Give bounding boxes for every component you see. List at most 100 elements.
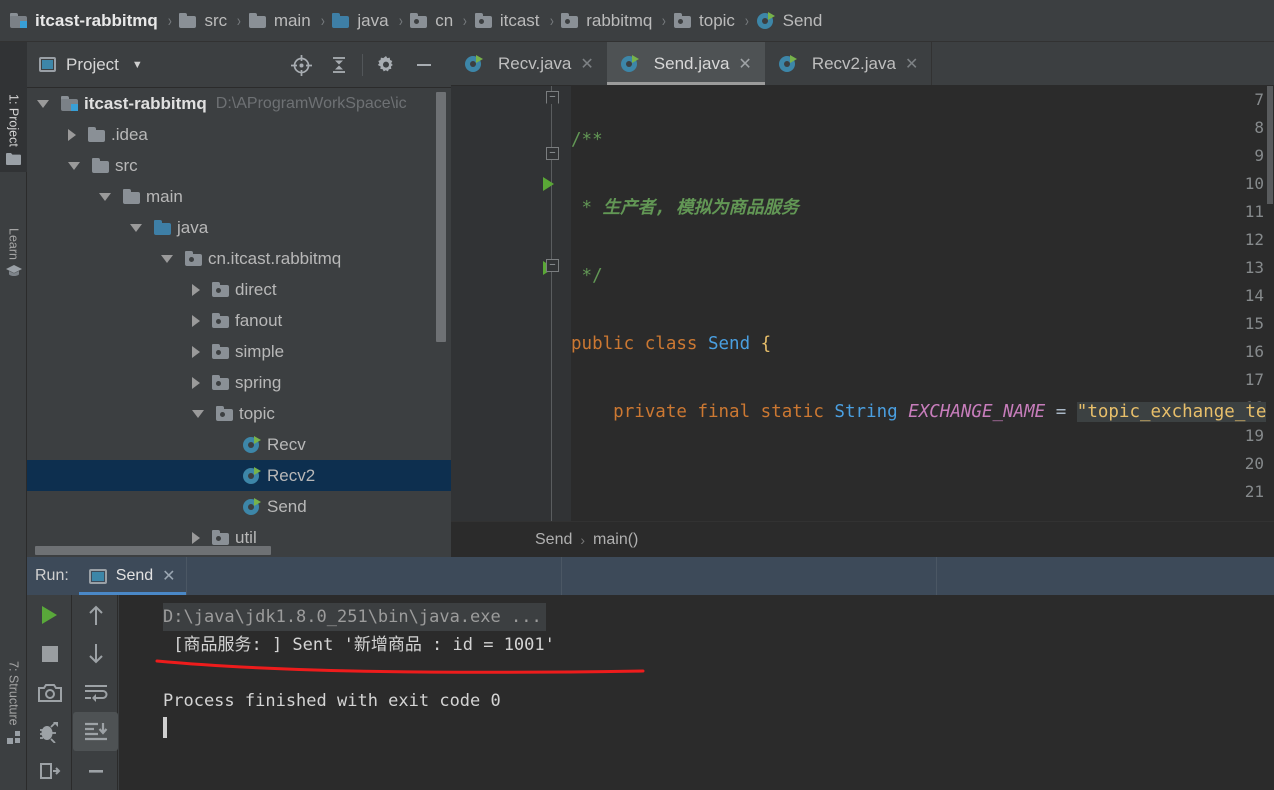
breadcrumb-item-rabbitmq[interactable]: rabbitmq [561,0,654,41]
breadcrumb-item-label: cn [435,10,454,30]
breadcrumb-item-itcast[interactable]: itcast [474,0,542,41]
tree-item--idea[interactable]: .idea [27,119,451,150]
breadcrumb-item-src[interactable]: src [179,0,229,41]
sidebar-item-structure[interactable]: 7: Structure [0,602,27,752]
run-header-segment-1 [185,557,561,595]
breadcrumb-separator: › [320,10,325,30]
close-icon[interactable]: ✕ [738,54,751,74]
editor-vertical-scrollbar[interactable] [1267,86,1273,204]
sidebar-item-structure-label: 7: Structure [6,661,21,726]
run-tab-send[interactable]: Send ✕ [78,557,186,595]
tree-item-label: direct [235,279,277,299]
breadcrumb-item-send[interactable]: Send [756,0,825,41]
breadcrumb-item-topic[interactable]: topic [674,0,737,41]
tree-item-direct[interactable]: direct [27,274,451,305]
breadcrumb-item-label: itcast [499,10,540,30]
toolbar-divider [362,54,363,76]
chevron-down-icon[interactable]: ▼ [132,59,143,71]
sidebar-item-project[interactable]: 1: Project [0,42,27,172]
editor-tab-recv-java[interactable]: Recv.java ✕ [451,42,607,85]
editor-tab-label: Recv.java [498,53,572,73]
tree-item-label: java [177,217,209,237]
sidebar-item-learn[interactable]: Learn [0,174,27,284]
tree-item-cn-itcast-rabbitmq[interactable]: cn.itcast.rabbitmq [27,243,451,274]
tree-item-spring[interactable]: spring [27,367,451,398]
bug-icon[interactable] [27,712,72,751]
tree-item-send[interactable]: Send [27,491,451,522]
tree-item-label: simple [235,341,285,361]
editor-area: Recv.java ✕ Send.java ✕ Recv2.java ✕ 7 8 9 10 11 1… [451,42,1274,557]
fold-region-end-icon[interactable]: − [546,147,559,160]
run-class-gutter-icon[interactable] [543,177,554,191]
breadcrumb-item-cn[interactable]: cn [410,0,455,41]
breadcrumb-separator: › [549,10,554,30]
console-line: [商品服务: ] Sent '新增商品 : id = 1001' [163,635,555,655]
chevron-right-icon[interactable] [192,376,200,389]
tree-item-java[interactable]: java [27,212,451,243]
tree-item-recv[interactable]: Recv [27,429,451,460]
chevron-down-icon[interactable] [99,192,111,201]
editor-tab-send-java[interactable]: Send.java ✕ [606,42,765,85]
tree-item-main[interactable]: main [27,181,451,212]
settings-gear-icon[interactable] [367,42,405,88]
collapse-all-icon[interactable] [320,42,358,88]
breadcrumb-method[interactable]: main() [593,531,638,549]
soft-wrap-icon[interactable] [73,673,118,712]
chevron-down-icon[interactable] [37,99,49,108]
breadcrumb-item-label: Send [782,10,823,30]
stop-button[interactable] [27,634,72,673]
editor-tab-recv2-java[interactable]: Recv2.java ✕ [765,42,932,85]
camera-icon[interactable] [27,673,72,712]
chevron-down-icon[interactable] [68,161,80,170]
project-tree-horizontal-scrollbar[interactable] [35,546,271,555]
chevron-right-icon[interactable] [192,345,200,358]
scroll-to-end-icon[interactable] [73,712,118,751]
breadcrumb-item-main[interactable]: main [248,0,313,41]
tree-item-label: cn.itcast.rabbitmq [208,248,342,268]
chevron-right-icon[interactable] [192,283,200,296]
breadcrumb-item-label: topic [699,10,735,30]
scroll-down-icon[interactable] [73,634,118,673]
tree-item-src[interactable]: src [27,150,451,181]
left-tool-strip: 1: Project Learn 7: Structure tes [0,42,27,790]
breadcrumb-item-itcast-rabbitmq[interactable]: itcast-rabbitmq [10,0,160,41]
module-folder-icon [61,96,78,111]
sidebar-item-favorites[interactable]: tes [0,758,27,790]
console-output[interactable]: D:\java\jdk1.8.0_251\bin\java.exe ... [商… [119,595,1274,790]
code-editor[interactable]: 789101112131415161718192021 − − − /** * … [451,86,1274,557]
tree-item-recv2[interactable]: Recv2 [27,460,451,491]
tree-item-fanout[interactable]: fanout [27,305,451,336]
code-text[interactable]: /** * 生产者, 模拟为商品服务 */ public class Send … [571,86,1274,557]
chevron-right-icon[interactable] [192,314,200,327]
project-tree[interactable]: itcast-rabbitmq D:\AProgramWorkSpace\ic .i… [27,88,451,557]
tree-item-itcast-rabbitmq[interactable]: itcast-rabbitmq D:\AProgramWorkSpace\ic [27,88,451,119]
close-icon[interactable]: ✕ [580,54,593,74]
hide-panel-icon[interactable] [405,42,443,88]
tree-item-topic[interactable]: topic [27,398,451,429]
scroll-up-icon[interactable] [73,595,118,634]
clear-all-icon[interactable] [73,751,118,790]
chevron-right-icon[interactable] [68,128,76,141]
close-icon[interactable]: ✕ [162,566,175,586]
locate-icon[interactable] [282,42,320,88]
fold-method-icon[interactable]: − [546,259,559,272]
rerun-button[interactable] [27,595,72,634]
fold-region-start-icon[interactable]: − [546,91,559,104]
chevron-right-icon[interactable] [192,531,200,544]
breadcrumb-item-label: src [204,10,228,30]
chevron-down-icon[interactable] [192,409,204,418]
project-tree-vertical-scrollbar[interactable] [436,92,446,342]
chevron-down-icon[interactable] [130,223,142,232]
breadcrumb-separator: › [236,10,241,30]
chevron-down-icon[interactable] [161,254,173,263]
close-icon[interactable]: ✕ [905,54,918,74]
breadcrumb-item-java[interactable]: java [332,0,390,41]
tree-item-simple[interactable]: simple [27,336,451,367]
project-tool-window: Project ▼ itcast-rabbitmq D:\AProgramWor… [27,42,451,557]
folder-icon [92,158,109,173]
export-icon[interactable] [27,751,72,790]
project-panel-header: Project ▼ [27,42,451,88]
project-panel-title: Project [66,54,119,74]
breadcrumb-class[interactable]: Send [535,531,572,549]
